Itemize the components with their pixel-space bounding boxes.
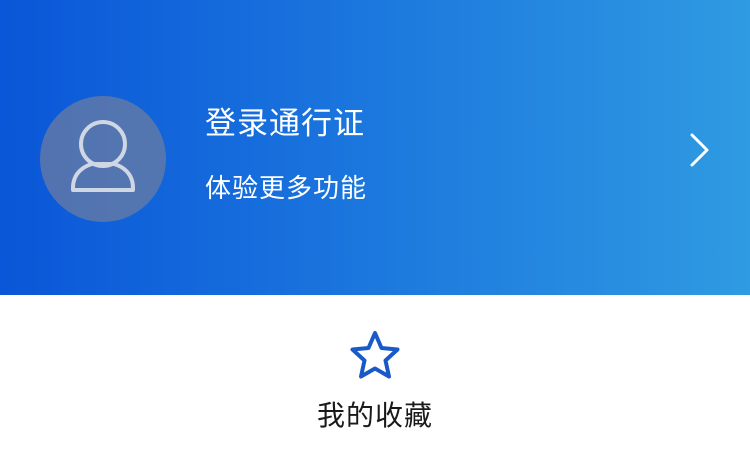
avatar[interactable] bbox=[40, 96, 166, 222]
star-icon bbox=[350, 331, 400, 379]
my-favorites-button[interactable]: 我的收藏 bbox=[300, 320, 450, 440]
login-subtitle: 体验更多功能 bbox=[205, 174, 368, 204]
user-avatar-icon bbox=[71, 120, 135, 192]
my-favorites-label: 我的收藏 bbox=[316, 399, 433, 432]
chevron-right-icon[interactable] bbox=[684, 130, 714, 170]
login-banner[interactable]: 登录通行证 体验更多功能 bbox=[0, 0, 750, 295]
login-title: 登录通行证 bbox=[205, 106, 365, 142]
profile-page: 登录通行证 体验更多功能 我的收藏 bbox=[0, 0, 750, 452]
